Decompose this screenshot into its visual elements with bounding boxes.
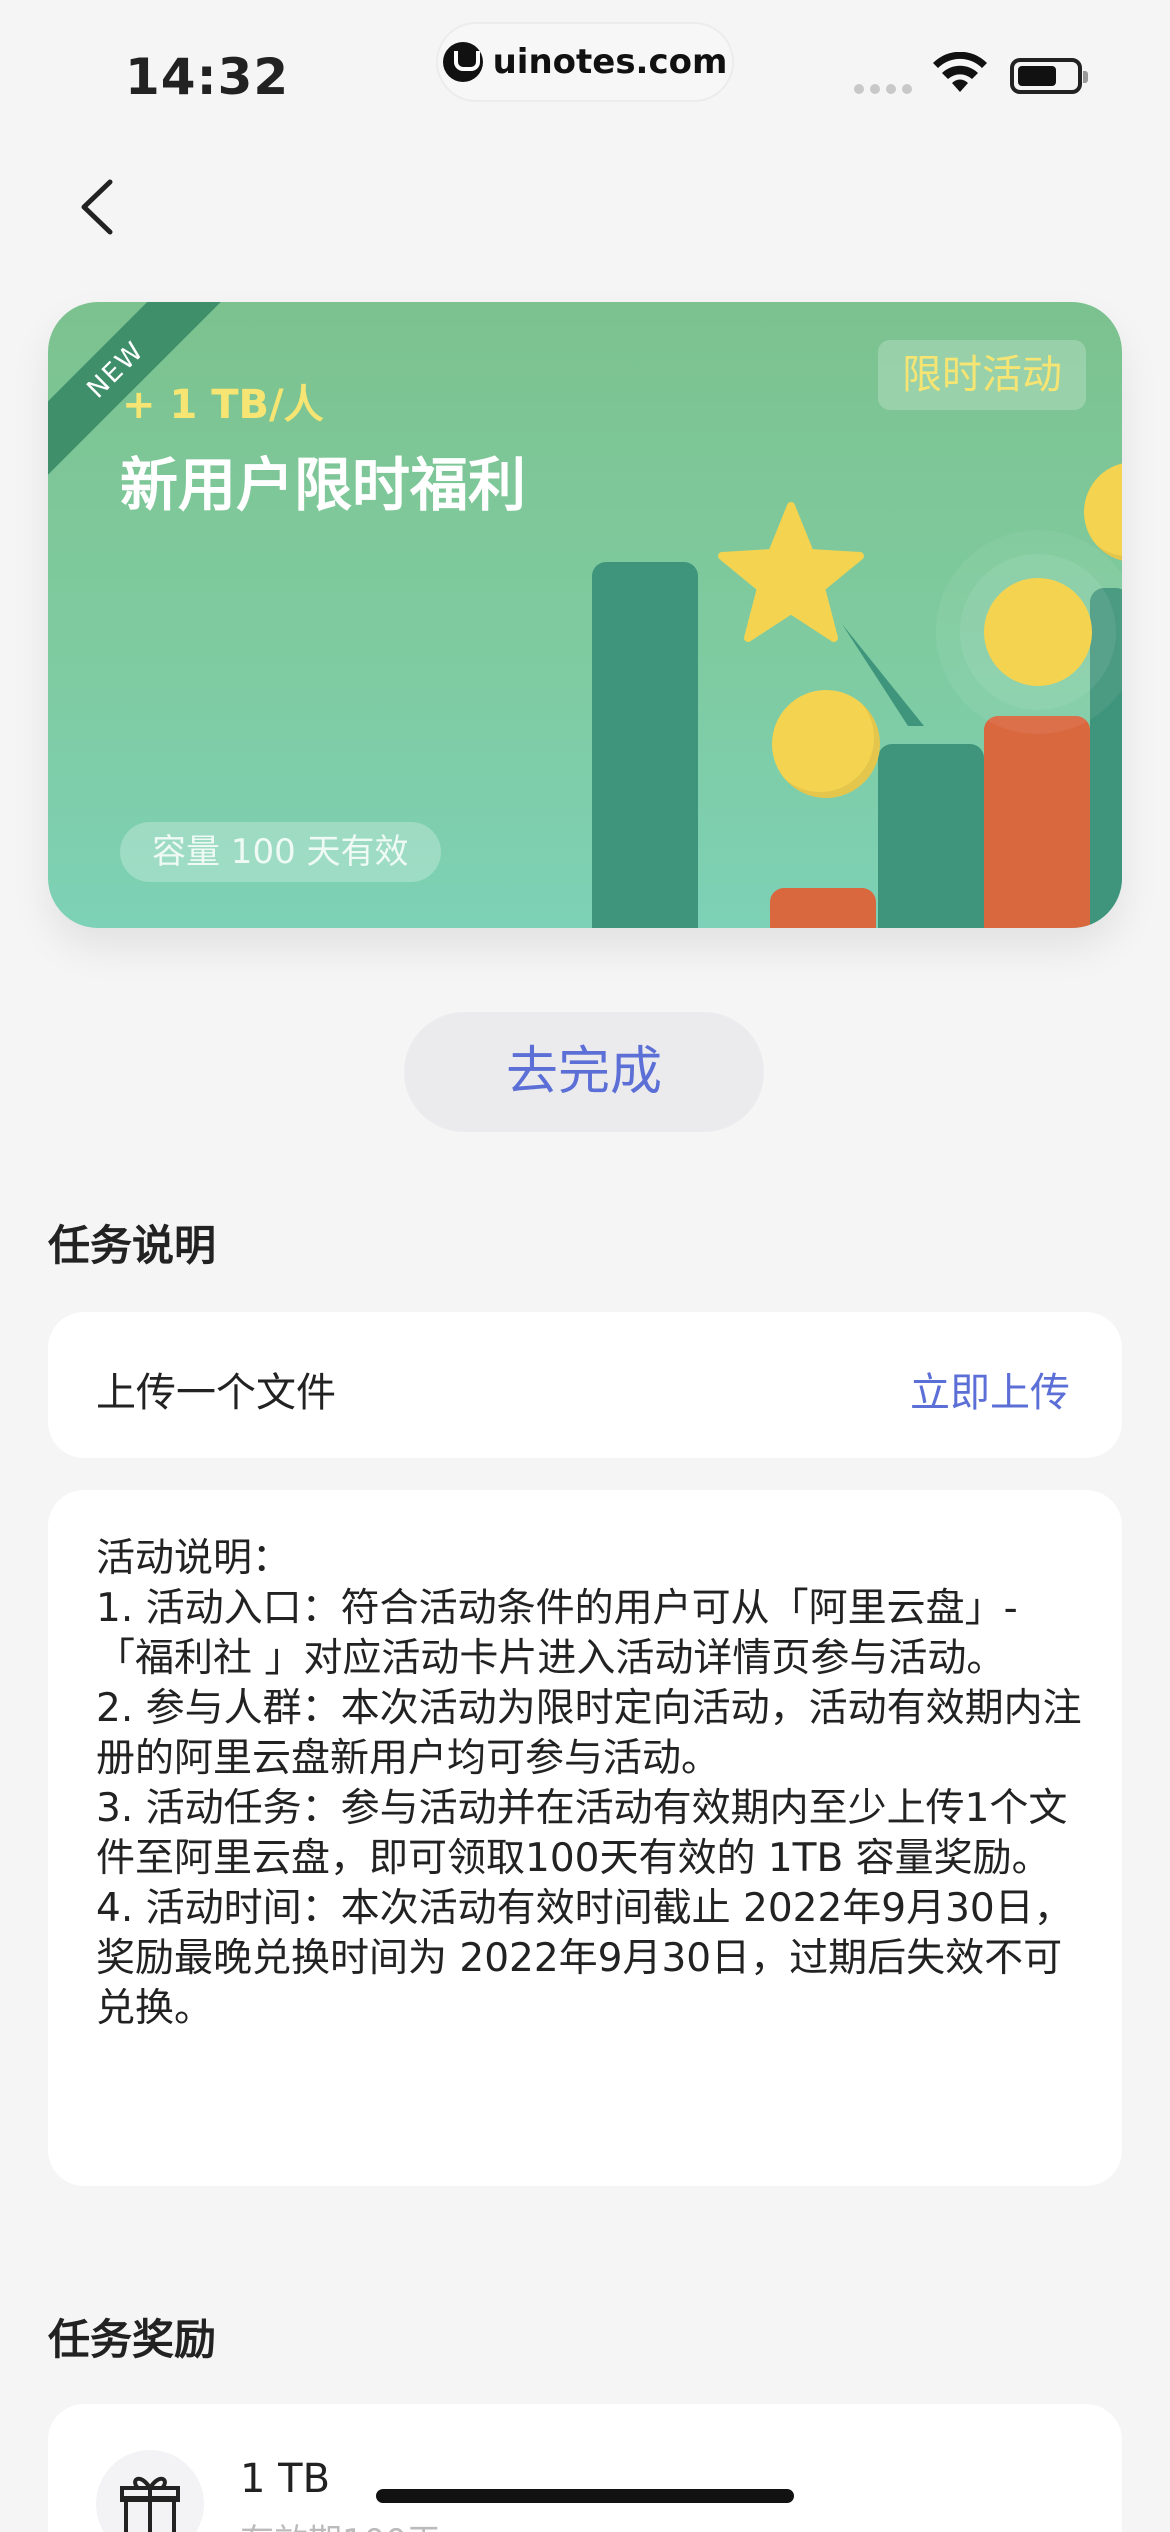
- description-line: 3. 活动任务：参与活动并在活动有效期内至少上传1个文件至阿里云盘，即可领取10…: [96, 1786, 1068, 1881]
- back-chevron-icon[interactable]: [70, 172, 130, 242]
- gift-icon: [120, 2476, 180, 2532]
- status-bar: 14:32 uinotes.com: [0, 0, 1170, 130]
- site-logo-icon: [442, 42, 483, 82]
- validity-pill: 容量 100 天有效: [120, 822, 441, 882]
- wifi-icon: [933, 52, 987, 92]
- illustration-bar: [770, 888, 876, 928]
- reward-card: 1 TB 有效期100天: [48, 2404, 1122, 2532]
- task-card: 上传一个文件 立即上传: [48, 1312, 1122, 1458]
- reward-icon-container: [96, 2450, 204, 2532]
- description-line: 2. 参与人群：本次活动为限时定向活动，活动有效期内注册的阿里云盘新用户均可参与…: [96, 1686, 1082, 1781]
- coin-icon: [1084, 462, 1122, 562]
- banner-title: 新用户限时福利: [120, 451, 527, 519]
- illustration-bar: [984, 716, 1090, 928]
- illustration-bar: [878, 744, 984, 928]
- go-complete-button[interactable]: 去完成: [404, 1012, 764, 1132]
- coin-icon: [984, 578, 1092, 686]
- sparkle-icon: [842, 624, 924, 726]
- cellular-signal-icon: [854, 84, 912, 94]
- home-indicator[interactable]: [376, 2489, 794, 2503]
- url-text: uinotes.com: [492, 42, 728, 82]
- limited-time-tag: 限时活动: [878, 340, 1086, 410]
- activity-description-card: 活动说明： 1. 活动入口：符合活动条件的用户可从「阿里云盘」-「福利社 」对应…: [48, 1490, 1122, 2186]
- activity-description: 活动说明： 1. 活动入口：符合活动条件的用户可从「阿里云盘」-「福利社 」对应…: [96, 1534, 1086, 2034]
- promo-banner: NEW + 1 TB/人 新用户限时福利 限时活动 容量 100 天有效: [48, 302, 1122, 928]
- description-line: 活动说明：: [96, 1536, 292, 1581]
- reward-validity: 有效期100天: [240, 2514, 441, 2532]
- upload-now-link[interactable]: 立即上传: [910, 1360, 1070, 1418]
- illustration-bar: [1090, 588, 1122, 928]
- battery-icon: [1010, 58, 1088, 94]
- description-line: 1. 活动入口：符合活动条件的用户可从「阿里云盘」-「福利社 」对应活动卡片进入…: [96, 1586, 1018, 1681]
- task-label: 上传一个文件: [96, 1370, 336, 1416]
- url-pill[interactable]: uinotes.com: [438, 24, 732, 100]
- banner-subtitle: + 1 TB/人: [122, 382, 324, 428]
- task-section-title: 任务说明: [48, 1221, 217, 1270]
- illustration-bar: [592, 562, 698, 928]
- description-line: 4. 活动时间：本次活动有效时间截止 2022年9月30日，奖励最晚兑换时间为 …: [96, 1886, 1073, 2031]
- status-time: 14:32: [125, 48, 290, 106]
- reward-title: 1 TB: [240, 2456, 331, 2502]
- reward-section-title: 任务奖励: [48, 2315, 217, 2364]
